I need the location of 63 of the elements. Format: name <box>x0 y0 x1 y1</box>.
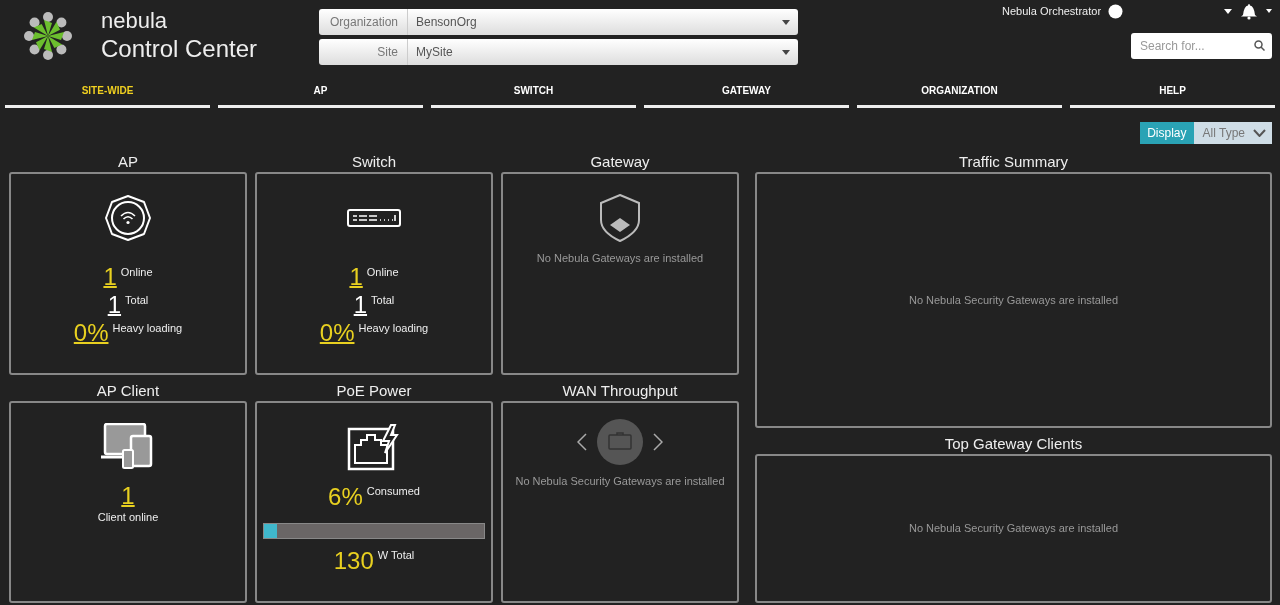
chevron-left-icon <box>577 432 587 451</box>
brand-subtitle: Control Center <box>101 34 259 64</box>
toggle-icon <box>1108 3 1124 19</box>
stat-label: Heavy loading <box>112 321 183 336</box>
empty-message: No Nebula Gateways are installed <box>536 252 704 264</box>
panel-title: Switch <box>350 152 398 172</box>
chevron-down-icon <box>1253 129 1266 137</box>
client-count: 1 <box>121 482 135 509</box>
stat-label: Heavy loading <box>358 321 429 336</box>
gateway-device-icon <box>597 418 643 465</box>
devices-icon <box>101 422 155 471</box>
selector-label: Organization <box>319 9 408 35</box>
selector-dropdown[interactable]: Site MySite <box>319 39 798 65</box>
caret-icon <box>1224 8 1232 14</box>
stat-value: 1 <box>107 292 122 318</box>
brand-name: nebula <box>101 8 169 34</box>
client-label: Client online <box>97 509 159 525</box>
panel-title: Top Gateway Clients <box>943 433 1084 454</box>
caret-icon <box>782 19 790 25</box>
nav-tab[interactable]: AP <box>218 80 423 108</box>
power-label: Consumed <box>366 483 420 499</box>
wifi-access-point-icon <box>104 194 152 242</box>
empty-message: No Nebula Security Gateways are installed <box>908 522 1119 535</box>
shield-icon <box>599 194 641 242</box>
power-total-label: W Total <box>377 547 415 563</box>
selector-value: BensonOrg <box>416 15 477 29</box>
selector-dropdown[interactable]: Organization BensonOrg <box>319 9 798 35</box>
search-field[interactable]: Search for... <box>1131 33 1272 59</box>
nav-tab[interactable]: GATEWAY <box>644 80 849 108</box>
panel-title: Gateway <box>589 152 651 172</box>
chevron-right-icon <box>653 432 663 451</box>
nav-tab[interactable]: HELP <box>1070 80 1275 108</box>
stat-label: Total <box>125 293 149 308</box>
search-icon <box>1254 40 1265 51</box>
nav-tab[interactable]: ORGANIZATION <box>857 80 1062 108</box>
power-total: 130 <box>333 546 374 575</box>
caret-icon <box>1266 9 1272 13</box>
power-percent: 6% <box>328 482 363 511</box>
stat-label: Online <box>366 265 399 280</box>
selector-value: MySite <box>416 45 453 59</box>
panel-title: AP Client <box>95 380 161 401</box>
panel-title: AP <box>117 152 139 172</box>
stat-value: 0% <box>73 320 109 346</box>
stat-label: Total <box>371 293 395 308</box>
selector-label: Site <box>319 39 408 65</box>
stat-label: Online <box>120 265 153 280</box>
stat-value: 0% <box>319 320 355 346</box>
network-switch-icon <box>347 209 401 227</box>
account-name[interactable]: Nebula Orchestrator <box>1002 5 1102 17</box>
nav-tab[interactable]: SWITCH <box>431 80 636 108</box>
stat-value: 1 <box>353 292 368 318</box>
empty-message: No Nebula Security Gateways are installed <box>908 293 1119 306</box>
bell-icon <box>1239 2 1259 20</box>
logo-icon <box>23 11 73 61</box>
stat-value: 1 <box>103 264 117 290</box>
nav-tab[interactable]: SITE-WIDE <box>5 80 210 108</box>
panel-title: PoE Power <box>335 380 413 401</box>
ethernet-port-lightning-icon <box>347 422 401 471</box>
panel-title: Traffic Summary <box>957 152 1070 172</box>
caret-icon <box>782 49 790 55</box>
panel-title: WAN Throughput <box>561 380 679 401</box>
empty-message: No Nebula Security Gateways are installed <box>515 474 725 487</box>
stat-value: 1 <box>349 264 363 290</box>
